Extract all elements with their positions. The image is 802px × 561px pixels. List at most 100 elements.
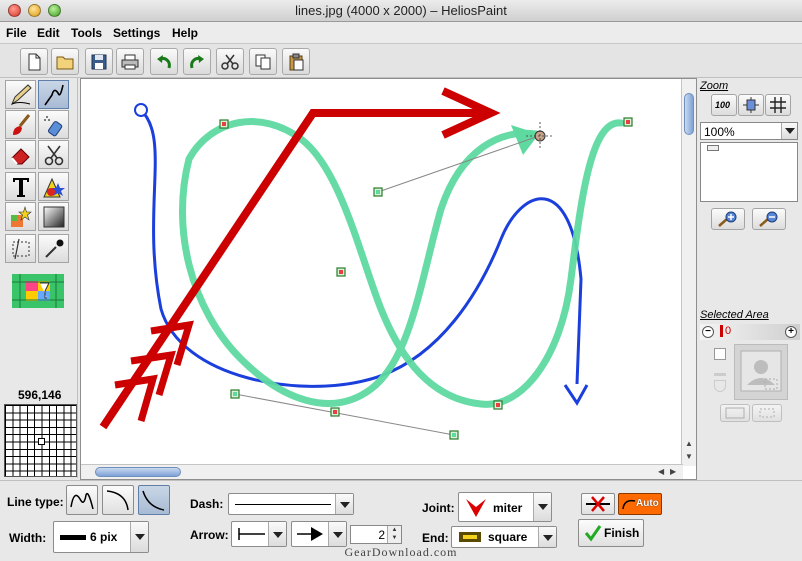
effects-tool[interactable] bbox=[5, 202, 36, 231]
minus-circle-icon[interactable]: − bbox=[702, 326, 714, 338]
dash-label: Dash: bbox=[190, 497, 224, 511]
vertical-scroll-thumb[interactable] bbox=[684, 93, 694, 135]
navigator-position-marker[interactable] bbox=[38, 438, 45, 445]
selected-area-preview bbox=[734, 344, 788, 400]
finish-button[interactable]: Finish bbox=[578, 519, 644, 547]
plus-circle-icon[interactable]: + bbox=[785, 326, 797, 338]
gradient-tool[interactable] bbox=[38, 202, 69, 231]
bezier-line-icon bbox=[142, 490, 165, 511]
selection-crop-button[interactable] bbox=[720, 404, 750, 422]
selection-preview-icon bbox=[740, 350, 782, 392]
menu-edit[interactable]: Edit bbox=[37, 26, 60, 40]
menu-tools[interactable]: Tools bbox=[71, 26, 102, 40]
fit-window-icon bbox=[743, 97, 759, 113]
curve-line-icon bbox=[44, 84, 64, 106]
curve-handle-center bbox=[339, 270, 343, 274]
crosshair-cursor-icon bbox=[526, 122, 554, 150]
chevron-down-icon[interactable] bbox=[335, 494, 353, 514]
line-type-bezier-button[interactable] bbox=[138, 485, 170, 515]
arrow-end-select[interactable] bbox=[291, 521, 347, 547]
zoom-in-button[interactable] bbox=[711, 208, 745, 230]
scroll-right-arrow[interactable]: ▶ bbox=[670, 467, 676, 477]
curve-handle-center bbox=[222, 122, 226, 126]
new-button[interactable] bbox=[20, 48, 48, 75]
selection-cup-icon[interactable] bbox=[714, 364, 726, 376]
selection-mode-stack bbox=[714, 348, 730, 398]
line-type-freehand-button[interactable] bbox=[66, 485, 98, 515]
magic-scissors-tool[interactable] bbox=[38, 140, 69, 169]
scroll-up-arrow[interactable]: ▲ bbox=[685, 439, 693, 449]
joint-select[interactable]: miter bbox=[458, 492, 552, 522]
eyedropper-tool[interactable] bbox=[38, 234, 69, 263]
width-preview-line bbox=[60, 535, 86, 540]
zoom-out-button[interactable] bbox=[752, 208, 786, 230]
arrow-tail-icon bbox=[238, 528, 265, 540]
canvas-frame: ▲ ▼ ◀ ▶ bbox=[80, 78, 697, 480]
text-tool[interactable] bbox=[5, 172, 36, 201]
eraser-tool[interactable] bbox=[5, 140, 36, 169]
chevron-down-icon[interactable] bbox=[781, 123, 797, 139]
horizontal-scroll-thumb[interactable] bbox=[95, 467, 181, 477]
menu-help[interactable]: Help bbox=[172, 26, 198, 40]
green-curve-line[interactable] bbox=[179, 118, 625, 408]
chevron-down-icon[interactable] bbox=[533, 493, 551, 521]
curve-line-tool[interactable] bbox=[38, 80, 69, 109]
main-toolbar bbox=[0, 44, 802, 78]
undo-button[interactable] bbox=[150, 48, 178, 75]
chevron-down-icon[interactable] bbox=[328, 522, 346, 546]
copy-button[interactable] bbox=[249, 48, 277, 75]
color-picker-widget[interactable] bbox=[12, 274, 64, 308]
cancel-line-button[interactable] bbox=[581, 493, 615, 515]
menu-settings[interactable]: Settings bbox=[113, 26, 160, 40]
zoom-level-select[interactable]: 100% bbox=[700, 122, 798, 140]
gradient-icon bbox=[43, 206, 65, 228]
print-button[interactable] bbox=[116, 48, 144, 75]
print-icon bbox=[121, 54, 139, 70]
control-line-top bbox=[377, 135, 540, 193]
vertical-scrollbar[interactable]: ▲ ▼ bbox=[681, 79, 696, 466]
curve-handle-center bbox=[233, 392, 237, 396]
green-curve-arrow-head bbox=[511, 125, 539, 155]
open-button[interactable] bbox=[51, 48, 79, 75]
line-type-curve-button[interactable] bbox=[102, 485, 134, 515]
toolbox: 596,146 bbox=[2, 78, 78, 478]
drawing-canvas[interactable] bbox=[81, 79, 683, 466]
shapes-tool[interactable] bbox=[38, 172, 69, 201]
scroll-left-arrow[interactable]: ◀ bbox=[658, 467, 664, 477]
pencil-tool[interactable] bbox=[5, 80, 36, 109]
save-button[interactable] bbox=[85, 48, 113, 75]
selected-area-bar: − 0 + bbox=[700, 324, 800, 340]
selection-square-icon[interactable] bbox=[714, 348, 726, 360]
chevron-down-icon[interactable] bbox=[268, 522, 286, 546]
arrow-size-spinner[interactable]: 2 ▲ ▼ bbox=[350, 525, 402, 544]
selection-deselect-button[interactable] bbox=[752, 404, 782, 422]
grid-toggle-button[interactable] bbox=[765, 94, 791, 116]
selection-goblet-icon[interactable] bbox=[714, 380, 726, 392]
redo-button[interactable] bbox=[183, 48, 211, 75]
brush-tool[interactable] bbox=[5, 110, 36, 139]
menu-file[interactable]: File bbox=[6, 26, 27, 40]
blue-curve-start-handle[interactable] bbox=[134, 103, 148, 117]
brush-icon bbox=[13, 114, 31, 135]
scroll-down-arrow[interactable]: ▼ bbox=[685, 452, 693, 462]
horizontal-scrollbar[interactable]: ◀ ▶ bbox=[81, 464, 683, 479]
zoom-preview[interactable] bbox=[700, 142, 798, 202]
right-panel: Zoom 100 100% Selected Area − 0 + bbox=[698, 78, 802, 480]
dash-select[interactable] bbox=[228, 493, 354, 515]
finish-label: Finish bbox=[604, 526, 640, 540]
selection-tool[interactable] bbox=[5, 234, 36, 263]
deselect-icon bbox=[759, 408, 775, 418]
watermark-text: GearDownload.com bbox=[344, 545, 458, 559]
zoom-out-icon bbox=[759, 211, 778, 227]
chevron-down-icon[interactable] bbox=[538, 527, 556, 547]
cut-scissors-icon bbox=[221, 54, 239, 70]
auto-button[interactable]: Auto bbox=[618, 493, 662, 515]
cut-button[interactable] bbox=[216, 48, 244, 75]
arrow-start-select[interactable] bbox=[231, 521, 287, 547]
paste-button[interactable] bbox=[282, 48, 310, 75]
navigator-grid[interactable] bbox=[4, 404, 77, 477]
spray-tool[interactable] bbox=[38, 110, 69, 139]
fit-window-button[interactable] bbox=[738, 94, 764, 116]
spinner-arrows-icon[interactable]: ▲ ▼ bbox=[387, 526, 401, 543]
zoom-100-button[interactable]: 100 bbox=[711, 94, 737, 116]
